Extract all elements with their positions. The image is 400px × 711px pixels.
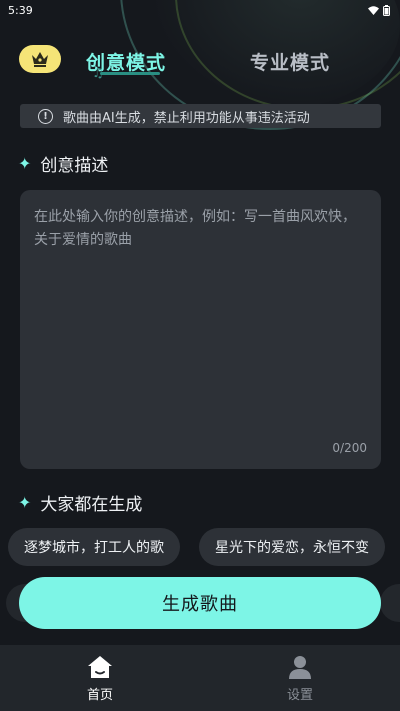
mode-header: 创意模式 ♫ 专业模式 [0,40,400,81]
nav-item-settings[interactable]: 设置 [200,645,400,711]
vip-badge[interactable] [19,45,61,73]
status-time: 5:39 [8,3,33,17]
battery-icon [383,4,390,16]
disclaimer-notice: ! 歌曲由AI生成，禁止利用功能从事违法活动 [20,104,381,128]
wifi-icon [368,5,379,15]
nav-item-home[interactable]: 首页 [0,645,200,711]
status-icons [368,4,390,16]
trending-title: 大家都在生成 [40,495,143,515]
description-card: 0/200 [20,190,381,469]
sparkle-icon: ✦ [18,493,32,512]
nav-label-settings: 设置 [286,688,313,703]
suggestion-chip[interactable]: 逐梦城市，打工人的歌 [8,528,180,566]
crown-icon [32,52,48,67]
char-counter: 0/200 [332,441,367,455]
description-title: 创意描述 [40,156,109,176]
description-section-header: ✦ 创意描述 [18,151,108,176]
info-icon: ! [38,108,53,124]
suggestion-chip[interactable]: 星光下的爱恋，永恒不变 [199,528,385,566]
user-icon [289,656,311,679]
nav-label-home: 首页 [86,688,113,703]
bottom-nav: 首页 设置 [0,645,400,711]
status-bar: 5:39 [0,0,400,20]
description-input[interactable] [34,206,367,426]
generate-song-button[interactable]: 生成歌曲 [19,577,381,629]
tab-pro-mode[interactable]: 专业模式 [250,48,330,75]
suggestion-chip-partial[interactable] [380,584,400,622]
tab-active-indicator [100,72,160,75]
disclaimer-text: 歌曲由AI生成，禁止利用功能从事违法活动 [63,110,310,126]
sparkle-icon: ✦ [18,154,32,173]
trending-section-header: ✦ 大家都在生成 [18,490,142,515]
home-icon [88,656,112,678]
